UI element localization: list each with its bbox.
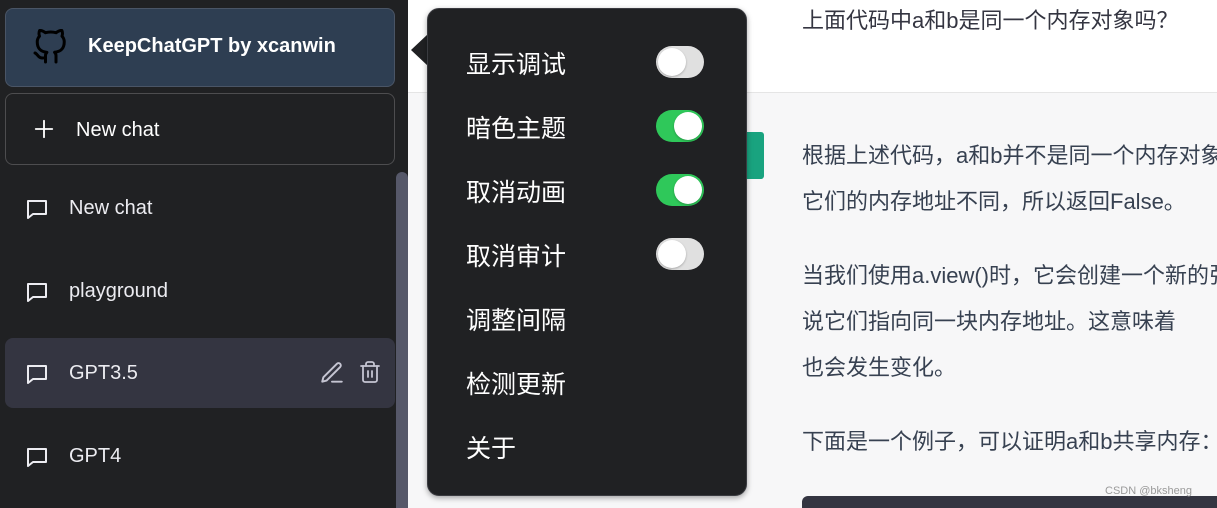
chat-item-label: playground xyxy=(69,280,168,302)
keepchatgpt-menu-button[interactable]: KeepChatGPT by xcanwin xyxy=(5,8,395,87)
paragraph-line: 说它们指向同一块内存地址。这意味着 xyxy=(802,309,1177,334)
paragraph-line: 下面是一个例子，可以证明a和b共享内存： xyxy=(802,429,1217,454)
toggle-disable-animation[interactable] xyxy=(656,174,704,206)
code-block xyxy=(802,496,1217,508)
menu-item-show-debug[interactable]: 显示调试 xyxy=(428,33,746,89)
menu-item-label: 调整间隔 xyxy=(466,307,567,335)
menu-item-label: 显示调试 xyxy=(466,51,567,79)
chat-item[interactable]: GPT4 xyxy=(5,421,395,491)
toggle-knob xyxy=(674,112,702,140)
menu-item-label: 检测更新 xyxy=(466,371,567,399)
brand-label: KeepChatGPT by xcanwin xyxy=(88,35,336,57)
settings-menu: 显示调试 暗色主题 取消动画 取消审计 调整间隔 检测更新 关于 xyxy=(427,8,747,496)
toggle-knob xyxy=(658,48,686,76)
watermark: CSDN @bksheng xyxy=(1105,485,1192,497)
paragraph-line: 根据上述代码，a和b并不是同一个内存对象， xyxy=(802,143,1217,168)
edit-icon[interactable] xyxy=(319,360,345,386)
chat-bubble-icon xyxy=(27,283,47,302)
chat-item[interactable]: playground xyxy=(5,256,395,326)
menu-item-label: 关于 xyxy=(466,435,517,463)
menu-item-adjust-interval[interactable]: 调整间隔 xyxy=(428,289,746,345)
toggle-show-debug[interactable] xyxy=(656,46,704,78)
sidebar: KeepChatGPT by xcanwin New chat New chat… xyxy=(0,0,408,508)
assistant-paragraph: 下面是一个例子，可以证明a和b共享内存： xyxy=(802,419,1217,465)
toggle-dark-theme[interactable] xyxy=(656,110,704,142)
assistant-paragraph: 根据上述代码，a和b并不是同一个内存对象， 它们的内存地址不同，所以返回Fals… xyxy=(802,133,1217,225)
assistant-paragraph: 当我们使用a.view()时，它会创建一个新的张量， 说它们指向同一块内存地址。… xyxy=(802,253,1217,391)
user-message-text: 上面代码中a和b是同一个内存对象吗？ xyxy=(802,8,1179,33)
menu-item-label: 暗色主题 xyxy=(466,115,567,143)
chat-bubble-icon xyxy=(27,365,47,384)
paragraph-line: 它们的内存地址不同，所以返回False。 xyxy=(802,189,1186,214)
paragraph-line: 当我们使用a.view()时，它会创建一个新的张量， xyxy=(802,263,1217,288)
menu-item-about[interactable]: 关于 xyxy=(428,417,746,473)
toggle-knob xyxy=(674,176,702,204)
paragraph-line: 也会发生变化。 xyxy=(802,355,957,380)
chat-bubble-icon xyxy=(27,200,47,219)
menu-item-dark-theme[interactable]: 暗色主题 xyxy=(428,97,746,153)
github-icon xyxy=(33,29,66,64)
menu-item-label: 取消审计 xyxy=(466,243,567,271)
plus-icon xyxy=(34,119,54,139)
new-chat-label: New chat xyxy=(76,119,160,141)
trash-icon[interactable] xyxy=(358,359,382,385)
sidebar-scrollbar[interactable] xyxy=(396,172,408,508)
chat-item-active[interactable]: GPT3.5 xyxy=(5,338,395,408)
chat-item-label: GPT3.5 xyxy=(69,362,138,384)
toggle-disable-audit[interactable] xyxy=(656,238,704,270)
menu-item-label: 取消动画 xyxy=(466,179,567,207)
new-chat-button[interactable]: New chat xyxy=(5,93,395,165)
popup-arrow xyxy=(411,34,428,66)
toggle-knob xyxy=(658,240,686,268)
chat-bubble-icon xyxy=(27,448,47,467)
menu-item-disable-audit[interactable]: 取消审计 xyxy=(428,225,746,281)
chat-item[interactable]: New chat xyxy=(5,173,395,243)
chat-item-label: GPT4 xyxy=(69,445,122,467)
chat-item-label: New chat xyxy=(69,197,153,219)
menu-item-disable-animation[interactable]: 取消动画 xyxy=(428,161,746,217)
menu-item-check-update[interactable]: 检测更新 xyxy=(428,353,746,409)
